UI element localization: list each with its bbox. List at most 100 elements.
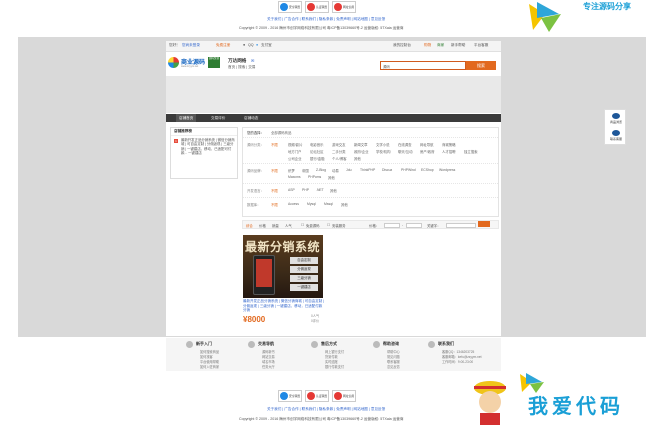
mini-nav-search[interactable]: 搜索 [238,65,245,69]
breadcrumb-value[interactable]: 全部源码商品 [271,130,291,135]
contact-link[interactable]: 平台客服 [474,43,488,48]
filter-option[interactable]: 学校/机构 [376,149,391,154]
filter-option[interactable]: 其他 [330,188,337,193]
filter-option[interactable]: 动易 [332,168,339,173]
eye-icon[interactable] [612,113,620,119]
recommend-item[interactable]: 最新开发正品分销系统 | 微信分销商城 | 可自由定制 | 分佣返现 | 三级分… [181,138,235,156]
filter-option[interactable]: 论坛社区 [310,149,324,154]
shield-icon [311,341,318,348]
alipay-icon[interactable]: ● [256,43,258,47]
filter-option[interactable]: 其他 [328,175,335,180]
chat-icon[interactable] [612,130,620,136]
alipay-link[interactable]: 支付宝 [261,43,272,48]
qq-link[interactable]: QQ [248,43,254,47]
price-max-input[interactable] [406,222,422,228]
price-min-input[interactable] [384,222,400,228]
filter-all[interactable]: 不限 [271,142,278,147]
filter-option[interactable]: 游戏交友 [332,142,346,147]
filter-option[interactable]: 网址导航 [420,142,434,147]
search-input[interactable]: 源码 [380,61,466,70]
keyword-input[interactable] [446,222,476,228]
float-nav-contact[interactable]: 联系客服 [606,137,626,141]
filter-option[interactable]: 新闻文章 [354,142,368,147]
mini-nav-home[interactable]: 首页 [228,65,235,69]
sort-sales[interactable]: 销量 [272,223,279,228]
filter-option[interactable]: 帝国 [302,168,309,173]
filter-all[interactable]: 不限 [271,188,278,193]
badge-credit-bottom[interactable]: 网址信用 [332,390,356,402]
merchant-link[interactable]: 商家 [437,43,444,48]
tab-activity[interactable]: 店铺动态 [241,114,261,122]
shop-icon: ✉ [251,58,255,63]
help-link[interactable]: 新手帮助 [451,43,465,48]
filter-option[interactable]: Maxcms [288,175,301,179]
sort-comprehensive[interactable]: 综合 [246,223,253,228]
filter-option[interactable]: 人才招聘 [442,149,456,154]
filter-option[interactable]: 电影音乐 [310,142,324,147]
filter-option[interactable]: Access [288,202,299,206]
filter-option[interactable]: ECShop [421,168,434,172]
filter-option[interactable]: ThinkPHP [360,168,375,172]
filter-option[interactable]: 其他 [354,156,361,161]
rank-badge: 1 [174,139,178,143]
badge-certified-bottom[interactable]: 认证联盟 [305,390,329,402]
filter-option[interactable]: 独立搜索 [464,149,478,154]
bottom-links[interactable]: 关于我们 | 广告合作 | 联系我们 | 隐私条款 | 免责声明 | 网站地图 … [267,407,385,412]
badge-security[interactable]: 安全联盟 [278,1,302,13]
login-link[interactable]: 您尚未登录 [182,43,200,48]
filter-option[interactable]: Mssql [324,202,333,206]
sort-popularity[interactable]: 人气 [285,223,292,228]
float-nav-browse[interactable]: 商品浏览 [606,120,626,124]
sort-bar: 综合 价格 销量 人气 ☐ 免费源码 ☐ 安装服务 价格： - 关键字： [242,220,499,229]
filter-row-category: 源码分类： 不限 视频/影片 电影音乐 游戏交友 新闻文章 文学小说 在线调查 … [243,139,498,164]
filter-option[interactable]: Wordpress [439,168,455,172]
filter-option[interactable]: Z-Blog [316,168,326,172]
checkbox-installed[interactable]: ☐ [327,223,330,227]
shopping-link[interactable]: 购物 [424,43,431,48]
filter-option[interactable]: Mysql [307,202,316,206]
filter-option[interactable]: 文学小说 [376,142,390,147]
filter-row-brand: 源码品牌： 不限 织梦 帝国 Z-Blog 动易 Jdu ThinkPHP Di… [243,165,498,184]
filter-option[interactable]: 政府/企业 [354,149,369,154]
filter-option[interactable]: 聊天/互动 [398,149,413,154]
filter-option[interactable]: 二手分类 [332,149,346,154]
badge-security-bottom[interactable]: 安全联盟 [278,390,302,402]
tab-shop-home[interactable]: 店铺首页 [176,114,197,122]
mini-nav-trade[interactable]: 交易 [248,65,255,69]
filter-option[interactable]: Jdu [346,168,351,172]
filter-option[interactable]: Discuz [382,168,392,172]
filter-all[interactable]: 不限 [271,168,278,173]
product-title[interactable]: 最新开发正品分销系统 | 微信分销商城 | 可自由定制 | 分佣返现 | 三级分… [243,299,325,313]
sort-price[interactable]: 价格 [259,223,266,228]
search-button[interactable]: 搜索 [466,61,496,70]
filter-option[interactable]: 银行/金融 [310,156,325,161]
qq-icon[interactable]: ● [243,43,245,47]
filter-option[interactable]: 织梦 [288,168,295,173]
product-image[interactable]: 最新分销系统 自由定制 分佣返现 三级分销 一键建店 [243,235,323,298]
filter-option[interactable]: 其他 [341,202,348,207]
register-link[interactable]: 免费注册 [216,43,230,48]
filter-option[interactable]: PHPWind [401,168,416,172]
badge-credit[interactable]: 网址信用 [332,1,356,13]
filter-option[interactable]: PHPcms [308,175,321,179]
filter-option[interactable]: 公司企业 [288,156,302,161]
product-feature: 三级分销 [290,275,318,282]
filter-option[interactable]: 在线调查 [398,142,412,147]
filter-option[interactable]: 个人/博客 [332,156,347,161]
filter-option[interactable]: 商城策略 [442,142,456,147]
filter-option[interactable]: .NET [316,188,324,192]
badge-certified[interactable]: 认证联盟 [305,1,329,13]
tab-reviews[interactable]: 交易评价 [208,114,228,122]
watermark-top: 专注源码分享 [527,0,650,34]
filter-option[interactable]: 视频/影片 [288,142,303,147]
top-links[interactable]: 关于我们 | 广告合作 | 联系我们 | 隐私条款 | 免责声明 | 网站地图 … [267,17,385,22]
sort-submit-button[interactable] [478,221,490,227]
filter-all[interactable]: 不限 [271,202,278,207]
member-center-link[interactable]: 我的控制台 [393,43,411,48]
filter-option[interactable]: PHP [302,188,309,192]
filter-option[interactable]: ASP [288,188,295,192]
filter-option[interactable]: 房产/政府 [420,149,435,154]
checkbox-free[interactable]: ☐ [301,223,304,227]
filter-option[interactable]: 地方门户 [288,149,302,154]
site-logo[interactable]: 商业源码 www.zzyym.net 源码交易 [168,56,220,70]
